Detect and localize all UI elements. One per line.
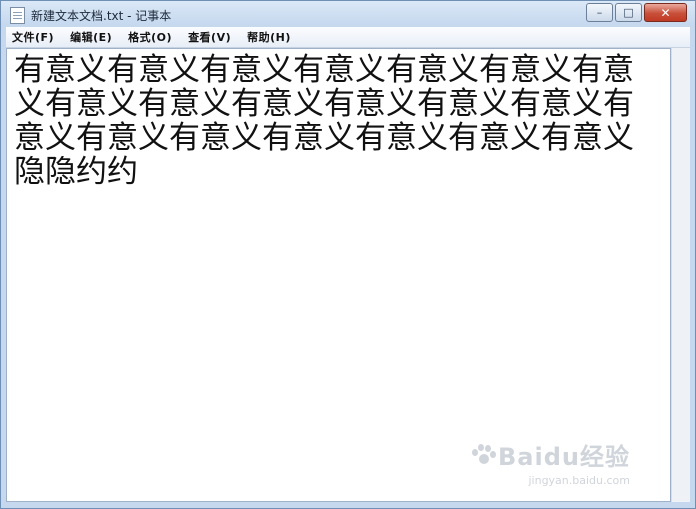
menu-file[interactable]: 文件(F)	[6, 29, 60, 45]
menu-format[interactable]: 格式(O)	[122, 29, 178, 45]
menu-bar: 文件(F) 编辑(E) 格式(O) 查看(V) 帮助(H)	[6, 27, 690, 48]
maximize-icon: □	[623, 6, 634, 19]
document-text[interactable]: 有意义有意义有意义有意义有意义有意义有意义有意义有意义有意义有意义有意义有意义有…	[14, 53, 654, 189]
watermark-url: jingyan.baidu.com	[528, 474, 630, 487]
menu-view[interactable]: 查看(V)	[182, 29, 237, 45]
notepad-icon[interactable]	[10, 7, 25, 24]
title-bar[interactable]: 新建文本文档.txt - 记事本 – □ ✕	[1, 1, 695, 27]
vertical-scrollbar[interactable]	[671, 48, 690, 502]
watermark-brand: Baidu经验	[498, 443, 630, 471]
minimize-button[interactable]: –	[586, 3, 613, 22]
close-button[interactable]: ✕	[644, 3, 687, 22]
menu-edit[interactable]: 编辑(E)	[64, 29, 118, 45]
text-editor[interactable]: 有意义有意义有意义有意义有意义有意义有意义有意义有意义有意义有意义有意义有意义有…	[6, 48, 671, 502]
menu-help[interactable]: 帮助(H)	[241, 29, 297, 45]
baidu-watermark: Baidu经验 jingyan.baidu.com	[470, 437, 630, 487]
baidu-paw-icon	[470, 443, 497, 466]
minimize-icon: –	[596, 6, 603, 19]
notepad-window: 新建文本文档.txt - 记事本 – □ ✕ 文件(F) 编辑(E) 格式(O)…	[0, 0, 696, 509]
window-controls: – □ ✕	[584, 3, 687, 22]
maximize-button[interactable]: □	[615, 3, 642, 22]
close-icon: ✕	[660, 5, 671, 20]
window-title: 新建文本文档.txt - 记事本	[31, 9, 172, 23]
